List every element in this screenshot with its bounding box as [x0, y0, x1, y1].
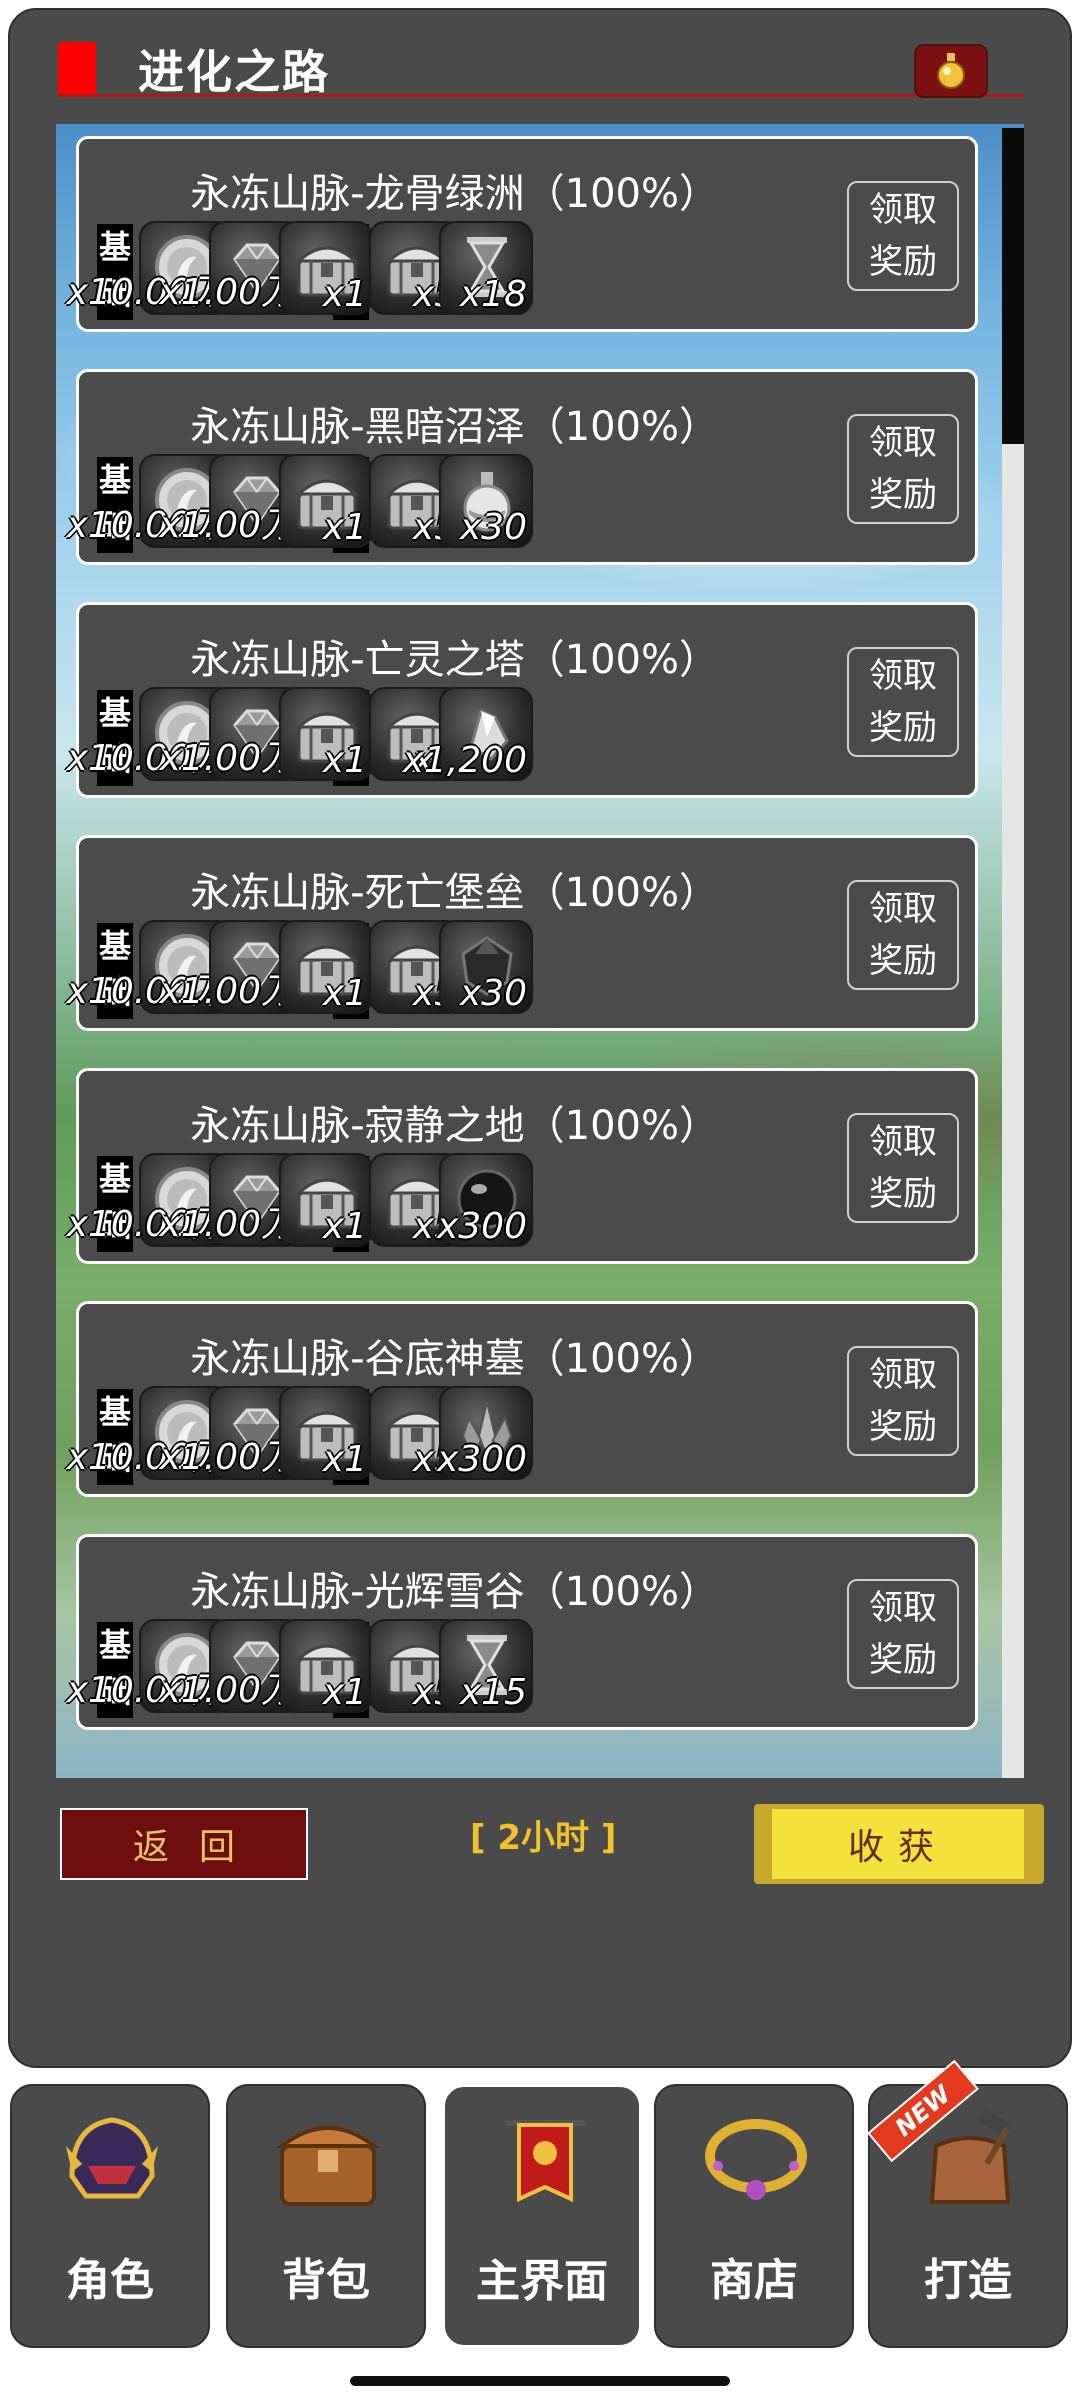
item-quantity: x300	[436, 1439, 527, 1480]
nav-label: 主界面	[476, 2256, 608, 2307]
nav-item[interactable]: 背包	[226, 2084, 426, 2348]
nav-item[interactable]: 商店	[654, 2084, 854, 2348]
reward-item-slot[interactable]: x300	[436, 1386, 533, 1480]
nav-label: 打造	[924, 2255, 1012, 2306]
reward-list[interactable]: 永冻山脉-龙骨绿洲（100%）基础额外x10.00万x1.00万x1x5x18领…	[56, 124, 1024, 1778]
reward-card: 永冻山脉-龙骨绿洲（100%）基础额外x10.00万x1.00万x1x5x18领…	[67, 136, 978, 332]
item-quantity: x1	[322, 274, 367, 315]
claim-label: 奖励	[869, 708, 937, 748]
claim-label: 奖励	[869, 1640, 937, 1680]
item-quantity: x1	[322, 507, 367, 548]
page-title: 进化之路	[138, 45, 330, 99]
necklace-icon	[696, 2106, 816, 2216]
claim-reward-button[interactable]: 领取 奖励	[847, 414, 959, 524]
scrollbar-thumb[interactable]	[1002, 128, 1024, 444]
claim-label: 领取	[869, 656, 937, 696]
item-quantity: x1	[322, 1672, 367, 1713]
card-title: 永冻山脉-黑暗沼泽（100%）	[190, 404, 719, 450]
card-title: 永冻山脉-龙骨绿洲（100%）	[190, 171, 719, 217]
nav-item[interactable]: NEW 打造	[867, 2059, 1068, 2348]
card-title: 永冻山脉-死亡堡垒（100%）	[190, 870, 719, 916]
harvest-button[interactable]: 收获	[772, 1809, 1024, 1879]
title-divider	[58, 94, 1024, 97]
reward-item-slot[interactable]: x30	[439, 454, 533, 548]
card-title: 永冻山脉-光辉雪谷（100%）	[190, 1569, 719, 1615]
timer-text: [ 2小时 ]	[470, 1818, 617, 1858]
card-title: 永冻山脉-谷底神墓（100%）	[190, 1336, 719, 1382]
reward-card: 永冻山脉-寂静之地（100%）基础额外x10.00万x1.00万x1x5x300…	[67, 1068, 978, 1264]
item-quantity: x1.00万	[159, 272, 297, 313]
potion-menu-button[interactable]	[914, 44, 988, 98]
nav-item[interactable]: 主界面	[442, 2084, 642, 2348]
reward-item-slot[interactable]: x30	[439, 920, 533, 1014]
nav-item[interactable]: 角色	[10, 2084, 210, 2348]
reward-item-slot[interactable]: x18	[439, 221, 533, 315]
home-indicator	[350, 2376, 730, 2386]
claim-reward-button[interactable]: 领取 奖励	[847, 181, 959, 291]
claim-label: 奖励	[869, 242, 937, 282]
backpack-chest-icon	[268, 2106, 388, 2216]
reward-item-slot[interactable]: x1	[279, 920, 373, 1014]
claim-label: 领取	[869, 1122, 937, 1162]
claim-label: 奖励	[869, 1174, 937, 1214]
item-quantity: x30	[459, 973, 527, 1014]
reward-item-slot[interactable]: x1	[279, 1153, 373, 1247]
banner-icon	[485, 2107, 605, 2217]
claim-label: 领取	[869, 190, 937, 230]
claim-label: 奖励	[869, 1407, 937, 1447]
item-quantity: x1.00万	[159, 505, 297, 546]
item-quantity: x1	[322, 1206, 367, 1247]
claim-reward-button[interactable]: 领取 奖励	[847, 1346, 959, 1456]
item-quantity: x1	[322, 1439, 367, 1480]
item-quantity: x1	[322, 740, 367, 781]
reward-card: 永冻山脉-亡灵之塔（100%）基础额外x10.00万x1.00万x1x5x1,2…	[67, 602, 978, 798]
claim-label: 领取	[869, 889, 937, 929]
item-quantity: x1.00万	[159, 738, 297, 779]
title-marker	[58, 42, 96, 94]
helmet-icon	[52, 2106, 172, 2216]
item-quantity: x18	[459, 274, 527, 315]
item-quantity: x1.00万	[159, 1437, 297, 1478]
claim-reward-button[interactable]: 领取 奖励	[847, 1113, 959, 1223]
nav-label: 背包	[282, 2255, 370, 2306]
reward-item-slot[interactable]: x1	[279, 687, 373, 781]
card-title: 永冻山脉-寂静之地（100%）	[190, 1103, 719, 1149]
reward-item-slot[interactable]: x1	[279, 1619, 373, 1713]
item-quantity: x15	[459, 1672, 527, 1713]
item-quantity: x300	[436, 1206, 527, 1247]
claim-label: 领取	[869, 1588, 937, 1628]
reward-item-slot[interactable]: x1	[279, 454, 373, 548]
claim-reward-button[interactable]: 领取 奖励	[847, 1579, 959, 1689]
item-quantity: x1,200	[402, 740, 527, 781]
reward-card: 永冻山脉-光辉雪谷（100%）基础额外x10.00万x1.00万x1x5x15领…	[67, 1534, 978, 1730]
nav-label: 商店	[710, 2255, 798, 2306]
reward-item-slot[interactable]: x1	[279, 1386, 373, 1480]
claim-reward-button[interactable]: 领取 奖励	[847, 880, 959, 990]
reward-item-slot[interactable]: x1	[279, 221, 373, 315]
claim-label: 领取	[869, 1355, 937, 1395]
item-quantity: x30	[459, 507, 527, 548]
claim-reward-button[interactable]: 领取 奖励	[847, 647, 959, 757]
item-quantity: x1	[322, 973, 367, 1014]
reward-item-slot[interactable]: x1,200	[403, 687, 533, 781]
nav-label: 角色	[66, 2255, 154, 2306]
claim-label: 奖励	[869, 475, 937, 515]
flask-icon	[937, 53, 965, 89]
claim-label: 领取	[869, 423, 937, 463]
reward-card: 永冻山脉-黑暗沼泽（100%）基础额外x10.00万x1.00万x1x5x30领…	[67, 369, 978, 565]
back-button[interactable]: 返回	[60, 1808, 308, 1880]
reward-item-slot[interactable]: x15	[439, 1619, 533, 1713]
card-title: 永冻山脉-亡灵之塔（100%）	[190, 637, 719, 683]
reward-card: 永冻山脉-死亡堡垒（100%）基础额外x10.00万x1.00万x1x5x30领…	[67, 835, 978, 1031]
item-quantity: x1.00万	[159, 1204, 297, 1245]
item-quantity: x1.00万	[159, 971, 297, 1012]
reward-card: 永冻山脉-谷底神墓（100%）基础额外x10.00万x1.00万x1x5x300…	[67, 1301, 978, 1497]
claim-label: 奖励	[869, 941, 937, 981]
item-quantity: x1.00万	[159, 1670, 297, 1711]
reward-item-slot[interactable]: x300	[436, 1153, 533, 1247]
